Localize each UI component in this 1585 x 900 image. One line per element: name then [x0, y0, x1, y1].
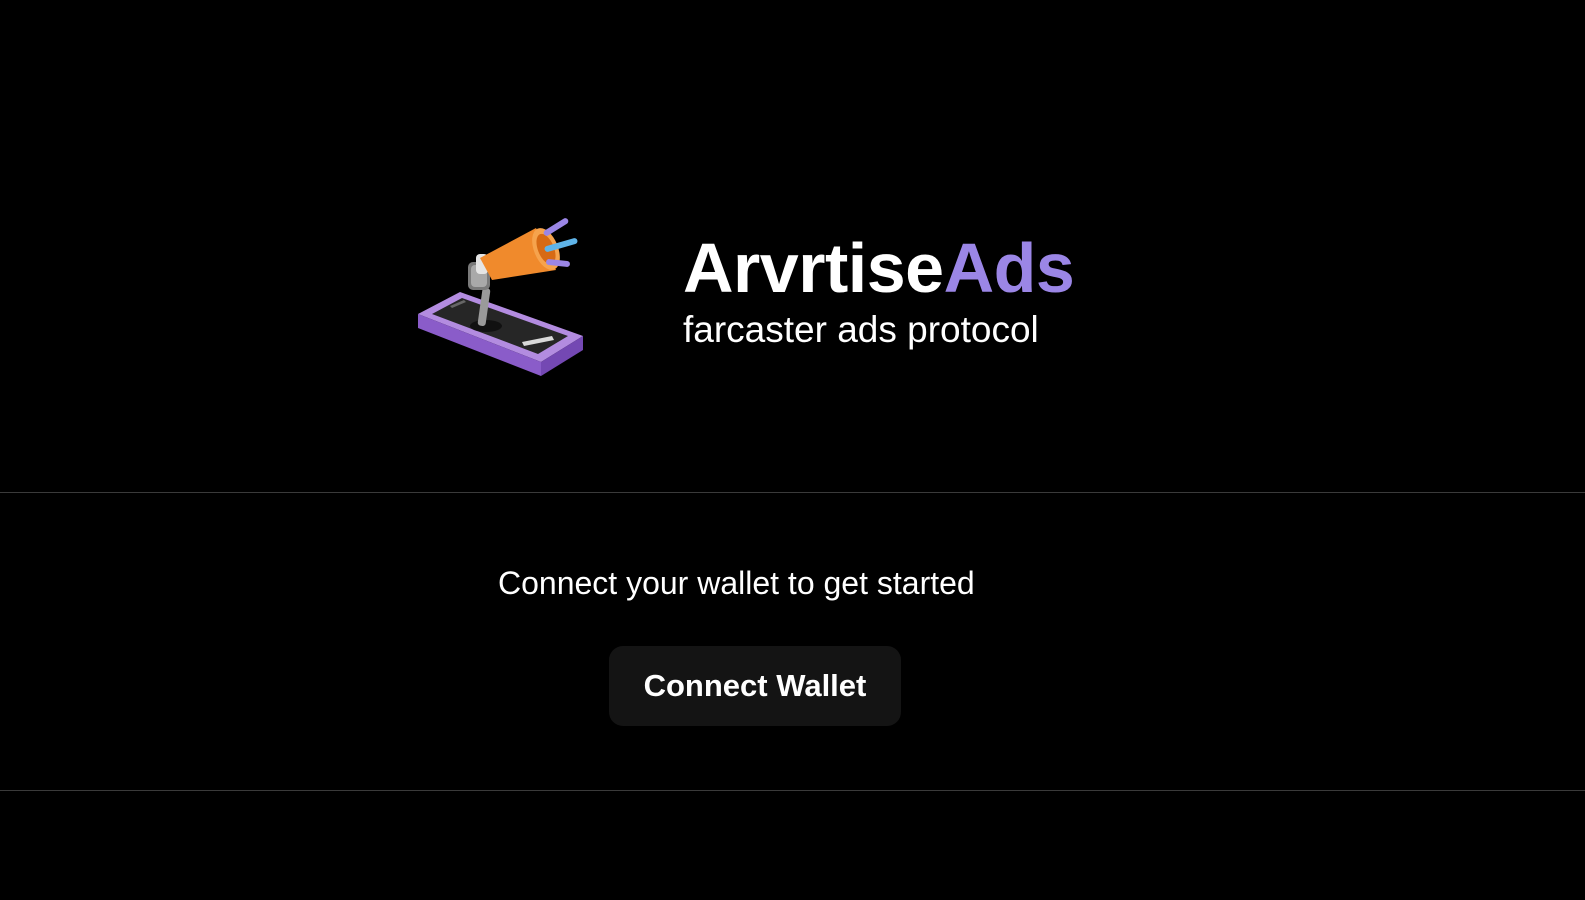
- landing-page: ArvrtiseAds farcaster ads protocol Conne…: [0, 0, 1585, 900]
- brand-name-primary: Arvrtise: [683, 229, 944, 307]
- brand-block: ArvrtiseAds farcaster ads protocol: [683, 228, 1075, 352]
- brand-name-accent: Ads: [943, 229, 1075, 307]
- megaphone-on-phone-icon: [418, 214, 588, 378]
- connect-prompt: Connect your wallet to get started: [498, 565, 975, 601]
- connect-wallet-button[interactable]: Connect Wallet: [609, 646, 901, 726]
- brand-tagline: farcaster ads protocol: [683, 309, 1039, 350]
- section-divider-bottom: [0, 790, 1585, 791]
- hero-section: ArvrtiseAds farcaster ads protocol: [0, 0, 1585, 492]
- section-divider-top: [0, 492, 1585, 493]
- brand-title: ArvrtiseAds: [683, 228, 1075, 308]
